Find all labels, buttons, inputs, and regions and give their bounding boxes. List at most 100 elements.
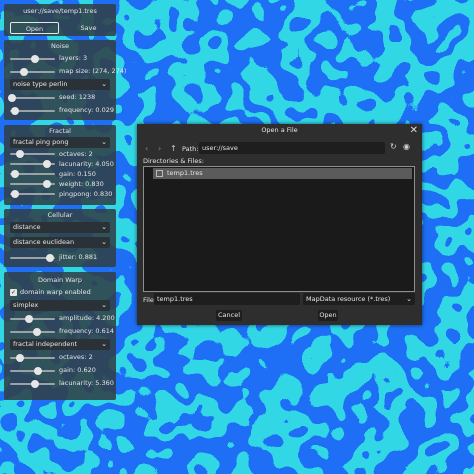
distance-row: distance ⌄ xyxy=(4,221,116,236)
return-type-row: distance euclidean ⌄ xyxy=(4,236,116,251)
domain-warp-checkbox[interactable]: ✓ xyxy=(10,289,17,296)
layers-slider[interactable] xyxy=(10,55,55,63)
gain-slider[interactable] xyxy=(10,170,55,178)
warp-octaves-label: octaves: 2 xyxy=(59,353,93,361)
seed-slider-handle[interactable] xyxy=(8,94,17,102)
amplitude-label: amplitude: 4.200 xyxy=(59,314,115,322)
jitter-row: jitter: 0.881 xyxy=(4,251,116,264)
layers-slider-handle[interactable] xyxy=(30,55,39,63)
map-size-slider-handle[interactable] xyxy=(19,68,28,76)
pingpong-slider-handle[interactable] xyxy=(10,190,19,198)
fractal-type-value: fractal ping pong xyxy=(13,138,69,146)
pingpong-slider[interactable] xyxy=(10,190,55,198)
open-button[interactable]: Open xyxy=(10,22,59,34)
distance-function-value: distance xyxy=(13,223,41,231)
warp-frequency-row: frequency: 0.614 xyxy=(4,325,116,338)
octaves-slider-handle[interactable] xyxy=(15,150,24,158)
file-filter-dropdown[interactable]: MapData resource (*.tres) ⌄ xyxy=(303,293,415,305)
eye-icon[interactable]: ◉ xyxy=(403,142,410,151)
chevron-down-icon: ⌄ xyxy=(101,340,107,348)
jitter-slider-handle[interactable] xyxy=(45,254,54,262)
weight-row: weight: 0.830 xyxy=(4,179,116,189)
return-type-dropdown[interactable]: distance euclidean ⌄ xyxy=(10,237,110,248)
noise-type-value: noise type perlin xyxy=(13,80,68,88)
lacunarity-slider[interactable] xyxy=(10,160,55,168)
frequency-label: frequency: 0.029 xyxy=(59,106,114,114)
fractal-type-dropdown[interactable]: fractal ping pong ⌄ xyxy=(10,137,110,148)
list-item[interactable]: temp1.tres xyxy=(153,168,412,179)
warp-octaves-row: octaves: 2 xyxy=(4,351,116,364)
warp-lacunarity-label: lacunarity: 5.360 xyxy=(59,379,114,387)
seed-label: seed: 1238 xyxy=(59,93,96,101)
warp-lacunarity-slider-handle[interactable] xyxy=(30,380,39,388)
close-icon[interactable]: ✕ xyxy=(410,124,418,138)
amplitude-slider[interactable] xyxy=(10,315,55,323)
noise-panel: Noise layers: 3 map size: (274, 274) noi… xyxy=(4,40,126,120)
chevron-down-icon: ⌄ xyxy=(101,138,107,146)
forward-arrow-icon[interactable]: › xyxy=(158,144,161,153)
layers-label: layers: 3 xyxy=(59,54,88,62)
octaves-row: octaves: 2 xyxy=(4,149,116,159)
octaves-slider[interactable] xyxy=(10,150,55,158)
noise-type-dropdown[interactable]: noise type perlin ⌄ xyxy=(10,79,110,90)
path-input[interactable]: user://save xyxy=(199,142,385,154)
warp-type-value: simplex xyxy=(13,301,39,309)
return-type-value: distance euclidean xyxy=(13,238,75,246)
domain-warp-panel: Domain Warp ✓ domain warp enabled simple… xyxy=(4,272,116,400)
warp-octaves-slider[interactable] xyxy=(10,354,55,362)
up-arrow-icon[interactable]: ↑ xyxy=(170,144,177,153)
weight-slider[interactable] xyxy=(10,180,55,188)
jitter-slider[interactable] xyxy=(10,254,55,262)
warp-fractal-type-row: fractal independent ⌄ xyxy=(4,338,116,351)
octaves-label: octaves: 2 xyxy=(59,150,93,158)
warp-fractal-type-dropdown[interactable]: fractal independent ⌄ xyxy=(10,339,110,350)
warp-gain-label: gain: 0.620 xyxy=(59,366,96,374)
warp-fractal-type-value: fractal independent xyxy=(13,340,78,348)
chevron-down-icon: ⌄ xyxy=(406,295,412,303)
back-arrow-icon[interactable]: ‹ xyxy=(145,144,148,153)
weight-slider-handle[interactable] xyxy=(43,180,52,188)
directories-files-label: Directories & Files: xyxy=(143,157,204,165)
chevron-down-icon: ⌄ xyxy=(101,238,107,246)
file-name-input[interactable]: temp1.tres xyxy=(154,293,300,305)
pingpong-row: pingpong: 0.830 xyxy=(4,189,116,199)
lacunarity-slider-handle[interactable] xyxy=(42,160,51,168)
warp-frequency-label: frequency: 0.614 xyxy=(59,327,114,335)
fractal-type-row: fractal ping pong ⌄ xyxy=(4,137,116,149)
frequency-slider-handle[interactable] xyxy=(11,107,20,115)
cellular-panel: Cellular distance ⌄ distance euclidean ⌄ j… xyxy=(4,209,116,267)
gain-slider-handle[interactable] xyxy=(11,170,20,178)
fractal-panel: Fractal fractal ping pong ⌄ octaves: 2 la… xyxy=(4,125,116,205)
file-list[interactable]: temp1.tres xyxy=(143,166,415,292)
domain-warp-enabled-row[interactable]: ✓ domain warp enabled xyxy=(4,286,116,299)
frequency-slider[interactable] xyxy=(10,107,55,115)
cellular-title: Cellular xyxy=(47,211,73,219)
amplitude-slider-handle[interactable] xyxy=(24,315,33,323)
file-item-name: temp1.tres xyxy=(167,169,203,177)
jitter-label: jitter: 0.881 xyxy=(59,253,98,261)
warp-gain-slider-handle[interactable] xyxy=(33,367,42,375)
noise-title: Noise xyxy=(50,42,70,50)
warp-octaves-slider-handle[interactable] xyxy=(15,354,24,362)
chevron-down-icon: ⌄ xyxy=(101,80,107,88)
warp-type-row: simplex ⌄ xyxy=(4,299,116,312)
warp-frequency-slider-handle[interactable] xyxy=(33,328,42,336)
layers-row: layers: 3 xyxy=(4,52,116,65)
open-button[interactable]: Open xyxy=(318,310,338,321)
distance-function-dropdown[interactable]: distance ⌄ xyxy=(10,222,110,233)
dialog-title: Open a File xyxy=(261,126,298,134)
warp-lacunarity-slider[interactable] xyxy=(10,380,55,388)
map-size-label: map size: (274, 274) xyxy=(59,67,127,75)
warp-gain-slider[interactable] xyxy=(10,367,55,375)
pingpong-label: pingpong: 0.830 xyxy=(59,190,113,198)
cancel-button[interactable]: Cancel xyxy=(216,310,242,321)
seed-slider[interactable] xyxy=(8,94,55,102)
save-button[interactable]: Save xyxy=(64,22,113,34)
map-size-slider[interactable] xyxy=(10,68,55,76)
warp-type-dropdown[interactable]: simplex ⌄ xyxy=(10,300,110,311)
gain-row: gain: 0.150 xyxy=(4,169,116,179)
warp-frequency-slider[interactable] xyxy=(10,328,55,336)
frequency-row: frequency: 0.029 xyxy=(4,104,116,117)
domain-warp-title: Domain Warp xyxy=(37,276,83,284)
refresh-icon[interactable]: ↻ xyxy=(390,142,397,151)
